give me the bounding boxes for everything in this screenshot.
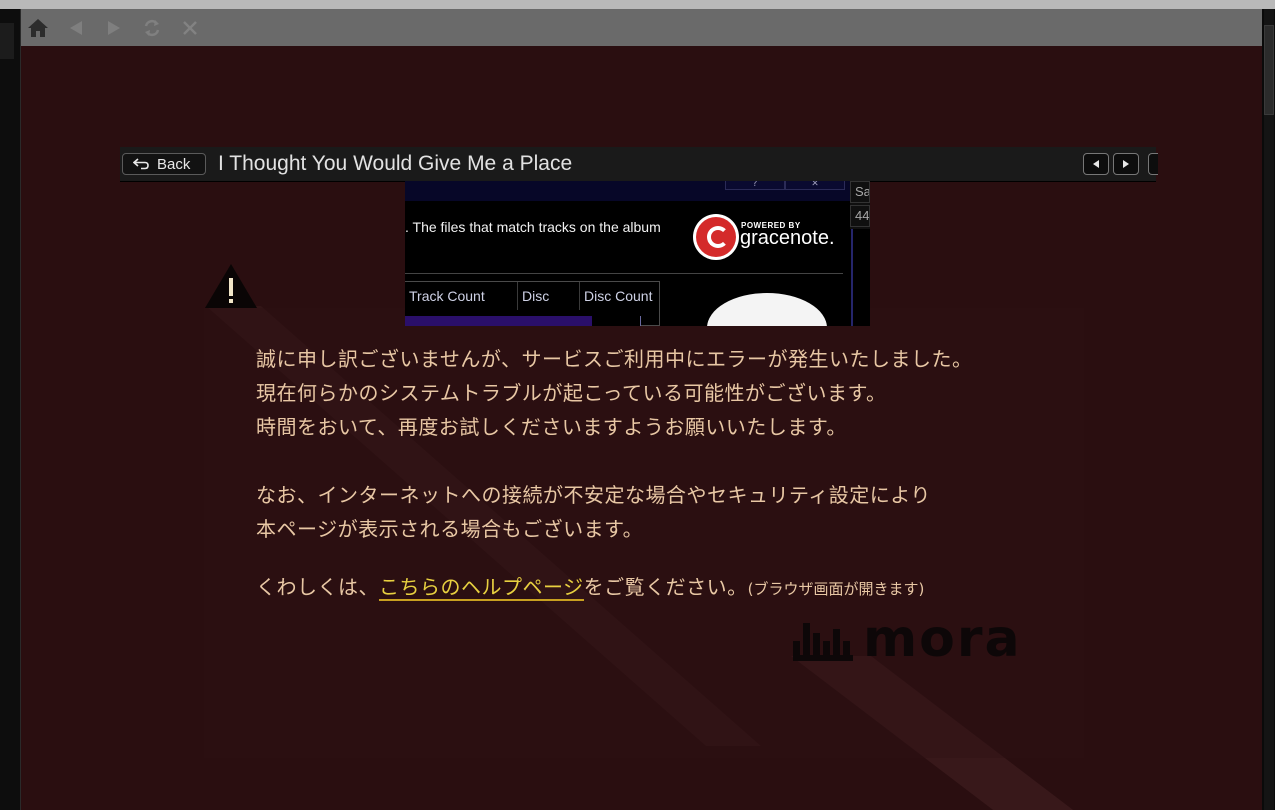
- embedded-close-control: ✕: [785, 181, 845, 190]
- gracenote-wordmark: gracenote.: [740, 227, 835, 249]
- column-header-disc-count: Disc Count: [584, 288, 653, 304]
- previous-page-button[interactable]: [1083, 153, 1109, 175]
- help-suffix: をご覧ください。: [583, 575, 748, 599]
- error-message-line-1: 誠に申し訳ございませんが、サービスご利用中にエラーが発生いたしました。: [256, 347, 973, 371]
- embedded-divider: [405, 273, 843, 274]
- error-message-line-5: 本ページが表示される場合もございます。: [256, 517, 644, 541]
- forward-arrow-icon[interactable]: [101, 15, 127, 41]
- return-arrow-icon: [133, 158, 149, 170]
- album-art-shape: [707, 293, 827, 326]
- home-icon[interactable]: [25, 15, 51, 41]
- error-message-line-3: 時間をおいて、再度お試しくださいますようお願いいたします。: [256, 415, 847, 439]
- side-cell: 44: [850, 205, 870, 227]
- embedded-help-control: ?: [725, 181, 785, 190]
- next-page-button[interactable]: [1113, 153, 1139, 175]
- help-page-link[interactable]: こちらのヘルプページ: [379, 575, 584, 601]
- column-header-track-count: Track Count: [405, 282, 518, 310]
- help-note: (ブラウザ画面が開きます): [747, 580, 925, 598]
- help-message: くわしくは、こちらのヘルプページをご覧ください。(ブラウザ画面が開きます): [256, 571, 925, 601]
- embedded-screenshot: ? ✕ . The files that match tracks on the…: [405, 181, 870, 326]
- error-page: Back I Thought You Would Give Me a Place…: [21, 46, 1262, 810]
- side-cell: Sa: [850, 181, 870, 203]
- embedded-side-panel: Sa 44: [850, 181, 870, 229]
- help-prefix: くわしくは、: [256, 575, 379, 599]
- scrollbar-thumb[interactable]: [1264, 25, 1274, 115]
- triangle-left-icon: [1093, 160, 1099, 168]
- mora-wordmark: mora: [863, 609, 1022, 669]
- window-top-strip: [0, 0, 1275, 9]
- left-panel-edge: [0, 9, 21, 810]
- scrollbar[interactable]: [1262, 9, 1275, 810]
- mora-logo: mora: [791, 609, 1021, 669]
- embedded-selected-row: [405, 316, 641, 326]
- back-arrow-icon[interactable]: [63, 15, 89, 41]
- booklet-header-bar: Back I Thought You Would Give Me a Place: [120, 147, 1158, 182]
- scrollbar-track[interactable]: [1264, 9, 1274, 810]
- mora-mark-icon: [793, 623, 853, 661]
- embedded-titlebar: ? ✕: [405, 181, 851, 201]
- booklet-extra-button[interactable]: [1148, 153, 1158, 175]
- warning-icon: [204, 262, 260, 314]
- booklet-back-button[interactable]: Back: [122, 153, 206, 175]
- booklet-title: I Thought You Would Give Me a Place: [218, 152, 573, 175]
- browser-toolbar: [21, 9, 1262, 46]
- error-message-line-2: 現在何らかのシステムトラブルが起こっている可能性がございます。: [256, 381, 887, 405]
- embedded-body-text: . The files that match tracks on the alb…: [405, 219, 661, 235]
- error-message-line-4: なお、インターネットへの接続が不安定な場合やセキュリティ設定により: [256, 483, 931, 507]
- column-header-disc: Disc: [518, 282, 580, 310]
- triangle-right-icon: [1123, 160, 1129, 168]
- refresh-icon[interactable]: [139, 15, 165, 41]
- back-label: Back: [157, 155, 191, 173]
- left-panel-tab: [0, 23, 14, 59]
- close-icon[interactable]: [177, 15, 203, 41]
- gracenote-logo-icon: [696, 217, 736, 257]
